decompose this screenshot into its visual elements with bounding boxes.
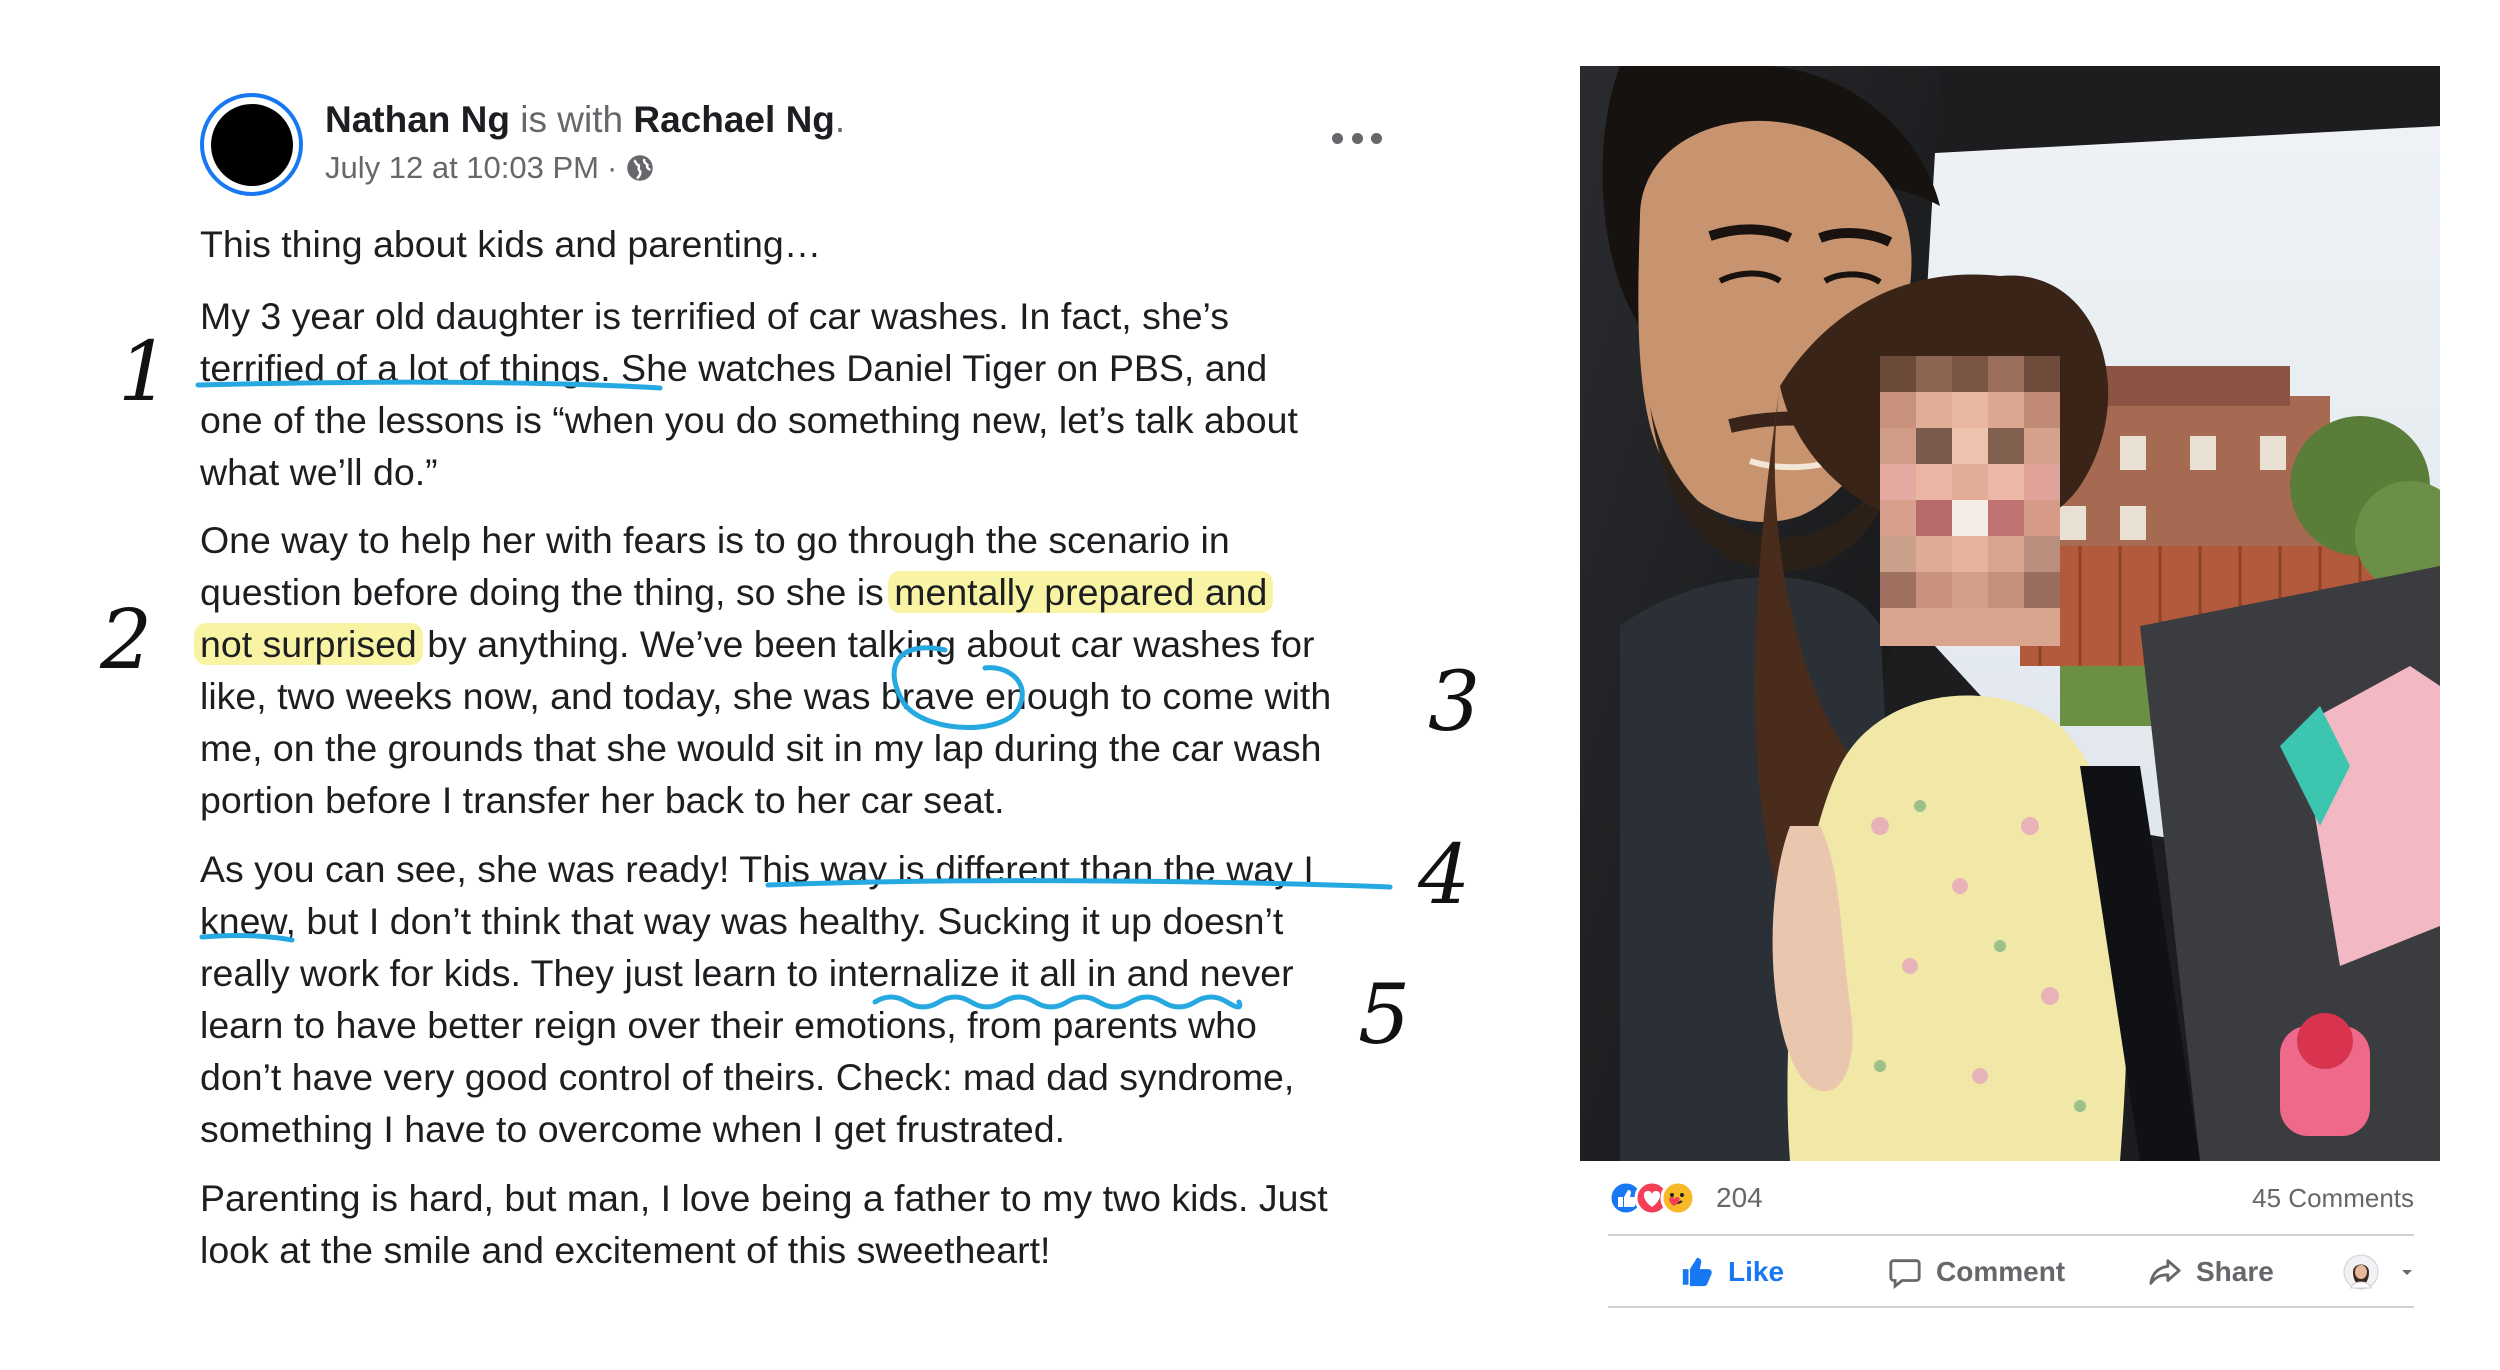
post-text-paragraph-4: As you can see, she was ready! This way …	[200, 843, 1314, 1155]
timestamp-link[interactable]: July 12 at 10:03 PM	[325, 148, 599, 188]
thumbs-up-icon	[1682, 1257, 1712, 1287]
post-stats: 204 45 Comments	[1608, 1172, 2414, 1222]
reactions-icons[interactable]	[1608, 1180, 1718, 1216]
highlight-mentally-prepared: mentally prepared and	[888, 571, 1274, 613]
post-text-paragraph-2: My 3 year old daughter is terrified of c…	[200, 290, 1298, 498]
circled-word-brave: brave	[880, 675, 975, 717]
reaction-profile-selector[interactable]	[2343, 1244, 2431, 1300]
annotation-number-2: 2	[99, 593, 152, 688]
post-text-paragraph-1: This thing about kids and parenting…	[200, 223, 822, 265]
tagged-person-link[interactable]: Rachael Ng	[633, 99, 835, 140]
p2-underlined-text: terrified of a lot of things.	[200, 347, 611, 389]
post-content: Nathan Ng is with Rachael Ng. July 12 at…	[0, 0, 1500, 1370]
share-label: Share	[2196, 1256, 2274, 1287]
post-text-paragraph-5: Parenting is hard, but man, I love being…	[200, 1177, 1328, 1271]
post-photo[interactable]	[1580, 66, 2440, 1161]
like-label: Like	[1728, 1256, 1785, 1287]
comment-label: Comment	[1936, 1256, 2066, 1287]
reaction-count[interactable]: 204	[1716, 1180, 1763, 1216]
comment-button[interactable]: Comment	[1888, 1244, 2065, 1300]
comments-count-link[interactable]: 45 Comments	[2252, 1180, 2414, 1216]
header-period: .	[834, 99, 846, 140]
profile-avatar-icon	[2343, 1254, 2379, 1290]
comment-icon	[1889, 1259, 1921, 1289]
globe-icon[interactable]	[625, 153, 655, 183]
post-meta: July 12 at 10:03 PM ·	[325, 148, 655, 188]
annotation-number-4: 4	[1417, 828, 1470, 923]
share-button[interactable]: Share	[2148, 1244, 2274, 1300]
action-bar: Like Comment Share	[1608, 1244, 2414, 1300]
post-header: Nathan Ng is with Rachael Ng.	[325, 96, 845, 144]
chevron-down-icon	[2402, 1270, 2412, 1275]
wavy-underlined-text: internalize it all	[828, 952, 1077, 994]
author-name-link[interactable]: Nathan Ng	[325, 99, 510, 140]
meta-separator: ·	[607, 150, 618, 185]
blurred-face	[1880, 356, 2060, 646]
p2-text-a: My 3 year old daughter is terrified of c…	[200, 295, 1229, 337]
annotation-number-3: 3	[1428, 655, 1480, 750]
annotation-number-1: 1	[118, 325, 170, 420]
highlight-not-surprised: not surprised	[194, 623, 423, 665]
post-text-paragraph-3: One way to help her with fears is to go …	[194, 514, 1331, 826]
with-text: is with	[520, 99, 624, 140]
care-reaction-icon	[1660, 1180, 1696, 1216]
annotation-number-5: 5	[1358, 968, 1410, 1063]
like-button[interactable]: Like	[1680, 1244, 1784, 1300]
actions-top-divider	[1608, 1234, 2414, 1236]
p4-text-a: As you can see, she was ready!	[200, 848, 740, 890]
more-options-icon[interactable]	[1332, 126, 1382, 150]
share-icon	[2149, 1259, 2181, 1285]
avatar-image	[210, 103, 293, 186]
author-avatar[interactable]	[200, 93, 303, 196]
actions-bottom-divider	[1608, 1306, 2414, 1308]
